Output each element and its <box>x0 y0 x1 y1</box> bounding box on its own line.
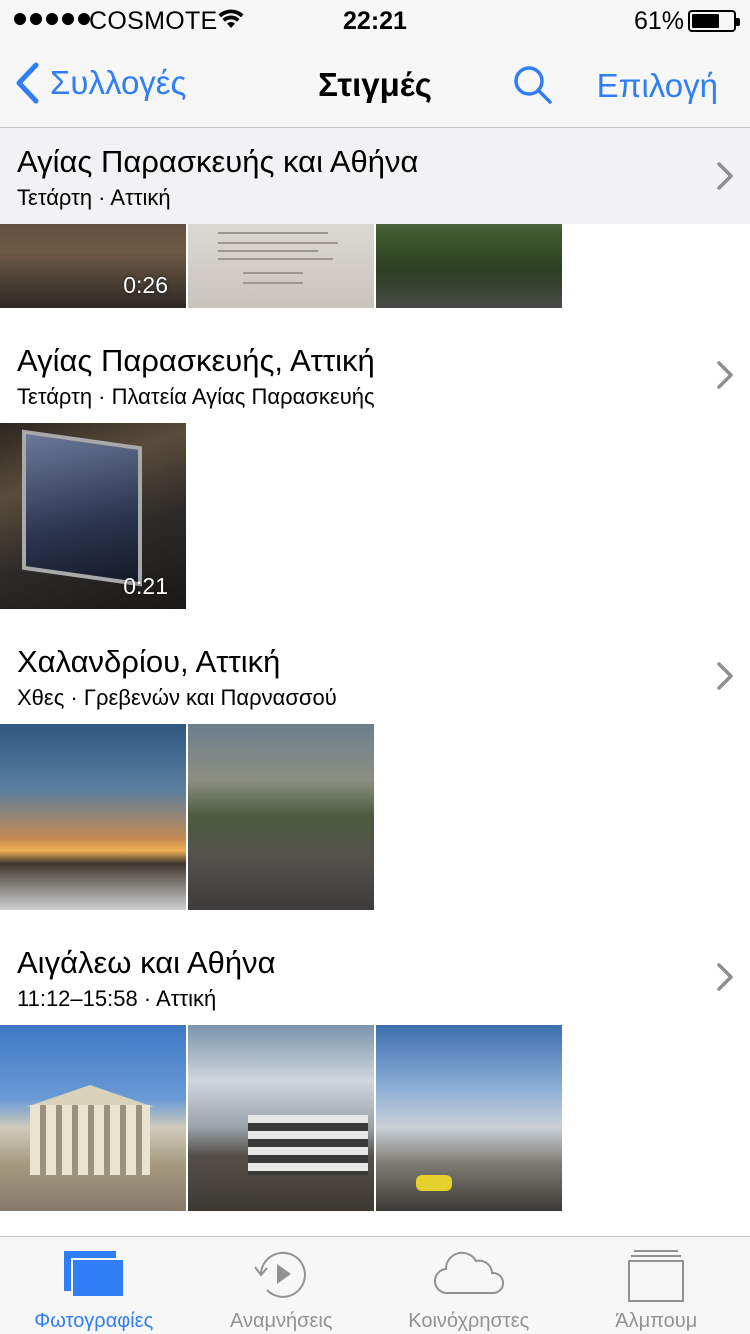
photo-thumbnail[interactable] <box>0 1025 186 1211</box>
tab-memories[interactable]: Αναμνήσεις <box>188 1237 376 1334</box>
battery-icon <box>688 10 740 32</box>
tab-bar: Φωτογραφίες Αναμνήσεις Κοινόχρηστες Άλμπ… <box>0 1236 750 1334</box>
search-button[interactable] <box>512 64 554 111</box>
moment-header[interactable]: Αιγάλεω και Αθήνα 11:12–15:58 · Αττική <box>0 929 750 1025</box>
navigation-bar: Συλλογές Στιγμές Επιλογή <box>0 40 750 128</box>
thumbnail-row: 0:26 <box>0 224 750 308</box>
photo-thumbnail[interactable] <box>376 1025 562 1211</box>
photo-thumbnail[interactable] <box>188 1025 374 1211</box>
photo-thumbnail[interactable] <box>188 224 374 308</box>
cloud-icon <box>433 1251 504 1295</box>
moment-title: Αγίας Παρασκευής και Αθήνα <box>17 144 419 179</box>
moment-header[interactable]: Αγίας Παρασκευής, Αττική Τετάρτη · Πλατε… <box>0 327 750 423</box>
moment-header[interactable]: Χαλανδρίου, Αττική Χθες · Γρεβενών και Π… <box>0 628 750 724</box>
tab-label: Αναμνήσεις <box>229 1310 333 1332</box>
memories-play-icon <box>254 1251 307 1298</box>
chevron-right-icon <box>717 662 733 690</box>
moment-title: Αιγάλεω και Αθήνα <box>17 945 276 980</box>
photo-thumbnail[interactable] <box>0 724 186 910</box>
moment-subtitle: Χθες · Γρεβενών και Παρνασσού <box>17 685 337 710</box>
albums-icon <box>628 1250 685 1302</box>
moment-title: Χαλανδρίου, Αττική <box>17 644 281 679</box>
video-duration: 0:26 <box>123 272 168 298</box>
photo-thumbnail[interactable] <box>188 724 374 910</box>
top-bar: COSMOTE 22:21 61% Συλλογές Στιγμές Επιλο <box>0 0 750 128</box>
chevron-right-icon <box>717 162 733 190</box>
moment-header[interactable]: Αγίας Παρασκευής και Αθήνα Τετάρτη · Αττ… <box>0 128 750 224</box>
thumbnail-row: 0:21 <box>0 423 750 609</box>
video-thumbnail[interactable]: 0:21 <box>0 423 186 609</box>
video-duration: 0:21 <box>123 573 168 599</box>
search-icon <box>514 66 552 104</box>
moment-section: Αγίας Παρασκευής, Αττική Τετάρτη · Πλατε… <box>0 327 750 609</box>
video-thumbnail[interactable]: 0:26 <box>0 224 186 308</box>
moment-subtitle: Τετάρτη · Πλατεία Αγίας Παρασκευής <box>17 384 375 409</box>
tab-label: Φωτογραφίες <box>34 1310 154 1332</box>
photos-stack-icon <box>63 1251 125 1298</box>
tab-label: Κοινόχρηστες <box>408 1310 530 1332</box>
moment-title: Αγίας Παρασκευής, Αττική <box>17 343 375 378</box>
moment-section: Αγίας Παρασκευής και Αθήνα Τετάρτη · Αττ… <box>0 128 750 308</box>
moment-section: Αιγάλεω και Αθήνα 11:12–15:58 · Αττική <box>0 929 750 1211</box>
tab-shared[interactable]: Κοινόχρηστες <box>375 1237 563 1334</box>
moment-section: Χαλανδρίου, Αττική Χθες · Γρεβενών και Π… <box>0 628 750 910</box>
photo-thumbnail[interactable] <box>376 224 562 308</box>
chevron-right-icon <box>717 963 733 991</box>
battery-percentage: 61% <box>633 7 684 35</box>
status-bar: COSMOTE 22:21 61% <box>0 0 750 40</box>
tab-albums[interactable]: Άλμπουμ <box>563 1237 750 1334</box>
tab-photos[interactable]: Φωτογραφίες <box>0 1237 188 1334</box>
moment-subtitle: Τετάρτη · Αττική <box>17 185 171 210</box>
moment-subtitle: 11:12–15:58 · Αττική <box>17 986 217 1011</box>
thumbnail-row <box>0 1025 750 1211</box>
select-button[interactable]: Επιλογή <box>597 67 718 105</box>
thumbnail-row <box>0 724 750 910</box>
tab-label: Άλμπουμ <box>615 1310 698 1332</box>
chevron-right-icon <box>717 361 733 389</box>
